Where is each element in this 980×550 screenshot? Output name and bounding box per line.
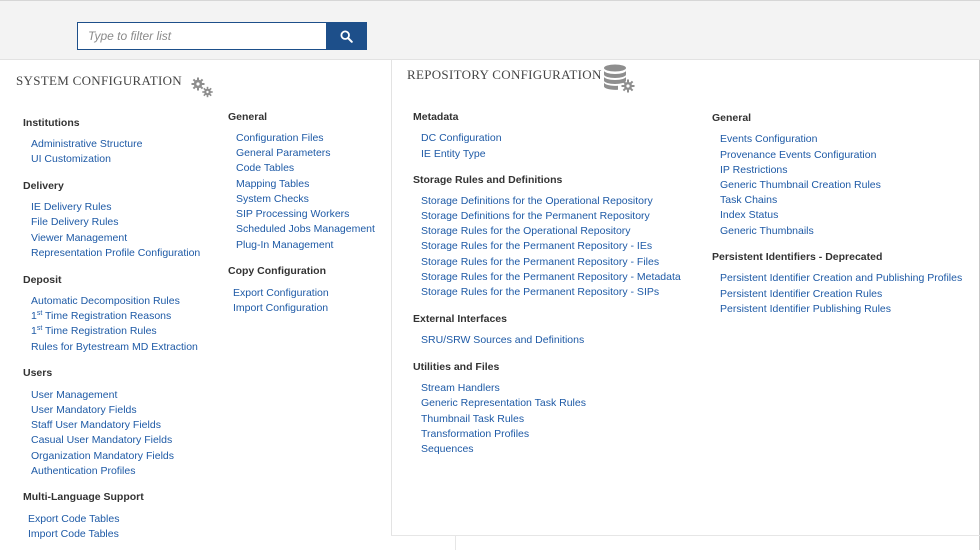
link-export-code-tables[interactable]: Export Code Tables bbox=[28, 513, 119, 526]
link-stream-handlers[interactable]: Stream Handlers bbox=[421, 382, 500, 395]
bottom-rule bbox=[391, 535, 980, 536]
link-persistent-identifier-publishing-rules[interactable]: Persistent Identifier Publishing Rules bbox=[720, 303, 891, 316]
group-heading-utilities-and-files: Utilities and Files bbox=[413, 361, 500, 373]
link-dc-configuration[interactable]: DC Configuration bbox=[421, 132, 502, 145]
link-persistent-identifier-creation-and-publishing-profiles[interactable]: Persistent Identifier Creation and Publi… bbox=[720, 272, 962, 285]
link-persistent-identifier-creation-rules[interactable]: Persistent Identifier Creation Rules bbox=[720, 288, 882, 301]
link-casual-user-mandatory-fields[interactable]: Casual User Mandatory Fields bbox=[31, 434, 172, 447]
link-sru-srw-sources-and-definitions[interactable]: SRU/SRW Sources and Definitions bbox=[421, 334, 584, 347]
link-configuration-files[interactable]: Configuration Files bbox=[236, 132, 324, 145]
link-index-status[interactable]: Index Status bbox=[720, 209, 778, 222]
link-ie-entity-type[interactable]: IE Entity Type bbox=[421, 148, 486, 161]
filter-search-box bbox=[77, 22, 367, 50]
group-heading-copy-configuration: Copy Configuration bbox=[228, 265, 326, 277]
link-provenance-events-configuration[interactable]: Provenance Events Configuration bbox=[720, 149, 876, 162]
link-storage-definitions-operational[interactable]: Storage Definitions for the Operational … bbox=[421, 195, 653, 208]
link-plug-in-management[interactable]: Plug-In Management bbox=[236, 239, 333, 252]
link-storage-rules-permanent-ies[interactable]: Storage Rules for the Permanent Reposito… bbox=[421, 240, 652, 253]
link-system-checks[interactable]: System Checks bbox=[236, 193, 309, 206]
link-generic-representation-task-rules[interactable]: Generic Representation Task Rules bbox=[421, 397, 586, 410]
group-heading-institutions: Institutions bbox=[23, 117, 80, 129]
link-export-configuration[interactable]: Export Configuration bbox=[233, 287, 329, 300]
link-general-parameters[interactable]: General Parameters bbox=[236, 147, 331, 160]
link-representation-profile-configuration[interactable]: Representation Profile Configuration bbox=[31, 247, 200, 260]
link-organization-mandatory-fields[interactable]: Organization Mandatory Fields bbox=[31, 450, 174, 463]
link-rules-for-bytestream-md-extraction[interactable]: Rules for Bytestream MD Extraction bbox=[31, 341, 198, 354]
link-file-delivery-rules[interactable]: File Delivery Rules bbox=[31, 216, 119, 229]
group-heading-general-system: General bbox=[228, 111, 268, 123]
database-gear-icon bbox=[604, 64, 635, 93]
link-transformation-profiles[interactable]: Transformation Profiles bbox=[421, 428, 529, 441]
link-automatic-decomposition-rules[interactable]: Automatic Decomposition Rules bbox=[31, 295, 180, 308]
link-ie-delivery-rules[interactable]: IE Delivery Rules bbox=[31, 201, 112, 214]
link-code-tables[interactable]: Code Tables bbox=[236, 162, 294, 175]
link-staff-user-mandatory-fields[interactable]: Staff User Mandatory Fields bbox=[31, 419, 161, 432]
link-storage-rules-permanent-metadata[interactable]: Storage Rules for the Permanent Reposito… bbox=[421, 271, 681, 284]
group-heading-delivery: Delivery bbox=[23, 180, 64, 192]
search-button[interactable] bbox=[326, 23, 366, 49]
column-divider bbox=[391, 59, 392, 535]
link-user-mandatory-fields[interactable]: User Mandatory Fields bbox=[31, 404, 137, 417]
link-task-chains[interactable]: Task Chains bbox=[720, 194, 777, 207]
group-heading-storage-rules-and-definitions: Storage Rules and Definitions bbox=[413, 174, 563, 186]
group-heading-deposit: Deposit bbox=[23, 274, 62, 286]
link-storage-rules-permanent-sips[interactable]: Storage Rules for the Permanent Reposito… bbox=[421, 286, 659, 299]
gears-icon bbox=[191, 77, 213, 98]
link-authentication-profiles[interactable]: Authentication Profiles bbox=[31, 465, 135, 478]
search-icon bbox=[339, 29, 353, 43]
link-generic-thumbnail-creation-rules[interactable]: Generic Thumbnail Creation Rules bbox=[720, 179, 881, 192]
link-mapping-tables[interactable]: Mapping Tables bbox=[236, 178, 309, 191]
link-storage-rules-permanent-files[interactable]: Storage Rules for the Permanent Reposito… bbox=[421, 256, 659, 269]
link-ip-restrictions[interactable]: IP Restrictions bbox=[720, 164, 788, 177]
group-heading-persistent-identifiers: Persistent Identifiers - Deprecated bbox=[712, 251, 883, 263]
link-import-code-tables[interactable]: Import Code Tables bbox=[28, 528, 119, 541]
link-import-configuration[interactable]: Import Configuration bbox=[233, 302, 328, 315]
link-user-management[interactable]: User Management bbox=[31, 389, 117, 402]
system-configuration-title: SYSTEM CONFIGURATION bbox=[16, 73, 182, 88]
filter-input[interactable] bbox=[78, 23, 326, 49]
group-heading-general-repository: General bbox=[712, 112, 752, 124]
link-events-configuration[interactable]: Events Configuration bbox=[720, 133, 817, 146]
link-storage-definitions-permanent[interactable]: Storage Definitions for the Permanent Re… bbox=[421, 210, 650, 223]
group-heading-external-interfaces: External Interfaces bbox=[413, 313, 507, 325]
group-heading-multi-language-support: Multi-Language Support bbox=[23, 491, 144, 503]
group-heading-metadata: Metadata bbox=[413, 111, 459, 123]
link-thumbnail-task-rules[interactable]: Thumbnail Task Rules bbox=[421, 413, 524, 426]
link-first-time-registration-reasons[interactable]: 1st Time Registration Reasons bbox=[31, 310, 171, 323]
link-scheduled-jobs-management[interactable]: Scheduled Jobs Management bbox=[236, 223, 375, 236]
link-first-time-registration-rules[interactable]: 1st Time Registration Rules bbox=[31, 325, 157, 338]
link-viewer-management[interactable]: Viewer Management bbox=[31, 232, 127, 245]
group-heading-users: Users bbox=[23, 367, 53, 379]
link-administrative-structure[interactable]: Administrative Structure bbox=[31, 138, 142, 151]
link-sip-processing-workers[interactable]: SIP Processing Workers bbox=[236, 208, 349, 221]
bottom-tick bbox=[455, 536, 456, 550]
link-generic-thumbnails[interactable]: Generic Thumbnails bbox=[720, 225, 814, 238]
link-storage-rules-operational[interactable]: Storage Rules for the Operational Reposi… bbox=[421, 225, 631, 238]
repository-configuration-title: REPOSITORY CONFIGURATION bbox=[407, 67, 602, 82]
link-ui-customization[interactable]: UI Customization bbox=[31, 153, 111, 166]
top-toolbar bbox=[0, 0, 980, 60]
link-sequences[interactable]: Sequences bbox=[421, 443, 474, 456]
